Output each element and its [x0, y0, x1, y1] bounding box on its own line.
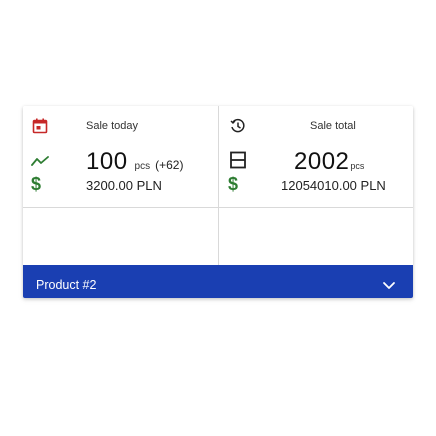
stats-panel: Sale today 100 pcs (+62) $ 3200.00 PLN S…: [23, 106, 413, 265]
sale-today-money: 3200.00 PLN: [86, 178, 162, 193]
chevron-down-icon[interactable]: [381, 277, 397, 293]
sale-today-delta: (+62): [155, 158, 184, 172]
product-selector[interactable]: Product #2: [23, 265, 413, 298]
sale-today-label: Sale today: [86, 120, 138, 132]
sale-total-value: 2002 pcs: [294, 148, 364, 176]
dollar-icon: $: [31, 174, 42, 194]
sale-today-value: 100 pcs (+62): [86, 148, 183, 176]
sale-today-unit: pcs: [134, 161, 151, 172]
calendar-icon: [25, 111, 55, 141]
product-name: Product #2: [36, 278, 97, 292]
sale-total-count: 2002: [294, 148, 350, 175]
column-divider: [218, 106, 219, 265]
history-icon: [223, 111, 253, 141]
sale-total-money: 12054010.00 PLN: [281, 178, 386, 193]
database-icon: [223, 145, 253, 175]
sale-total-unit: pcs: [350, 161, 365, 171]
dollar-icon: $: [228, 174, 239, 194]
sale-total-label: Sale total: [310, 120, 356, 132]
trend-up-icon: [25, 146, 55, 176]
row-divider: [23, 207, 413, 208]
sales-card: Sale today 100 pcs (+62) $ 3200.00 PLN S…: [23, 106, 413, 298]
sale-today-count: 100: [86, 148, 128, 175]
